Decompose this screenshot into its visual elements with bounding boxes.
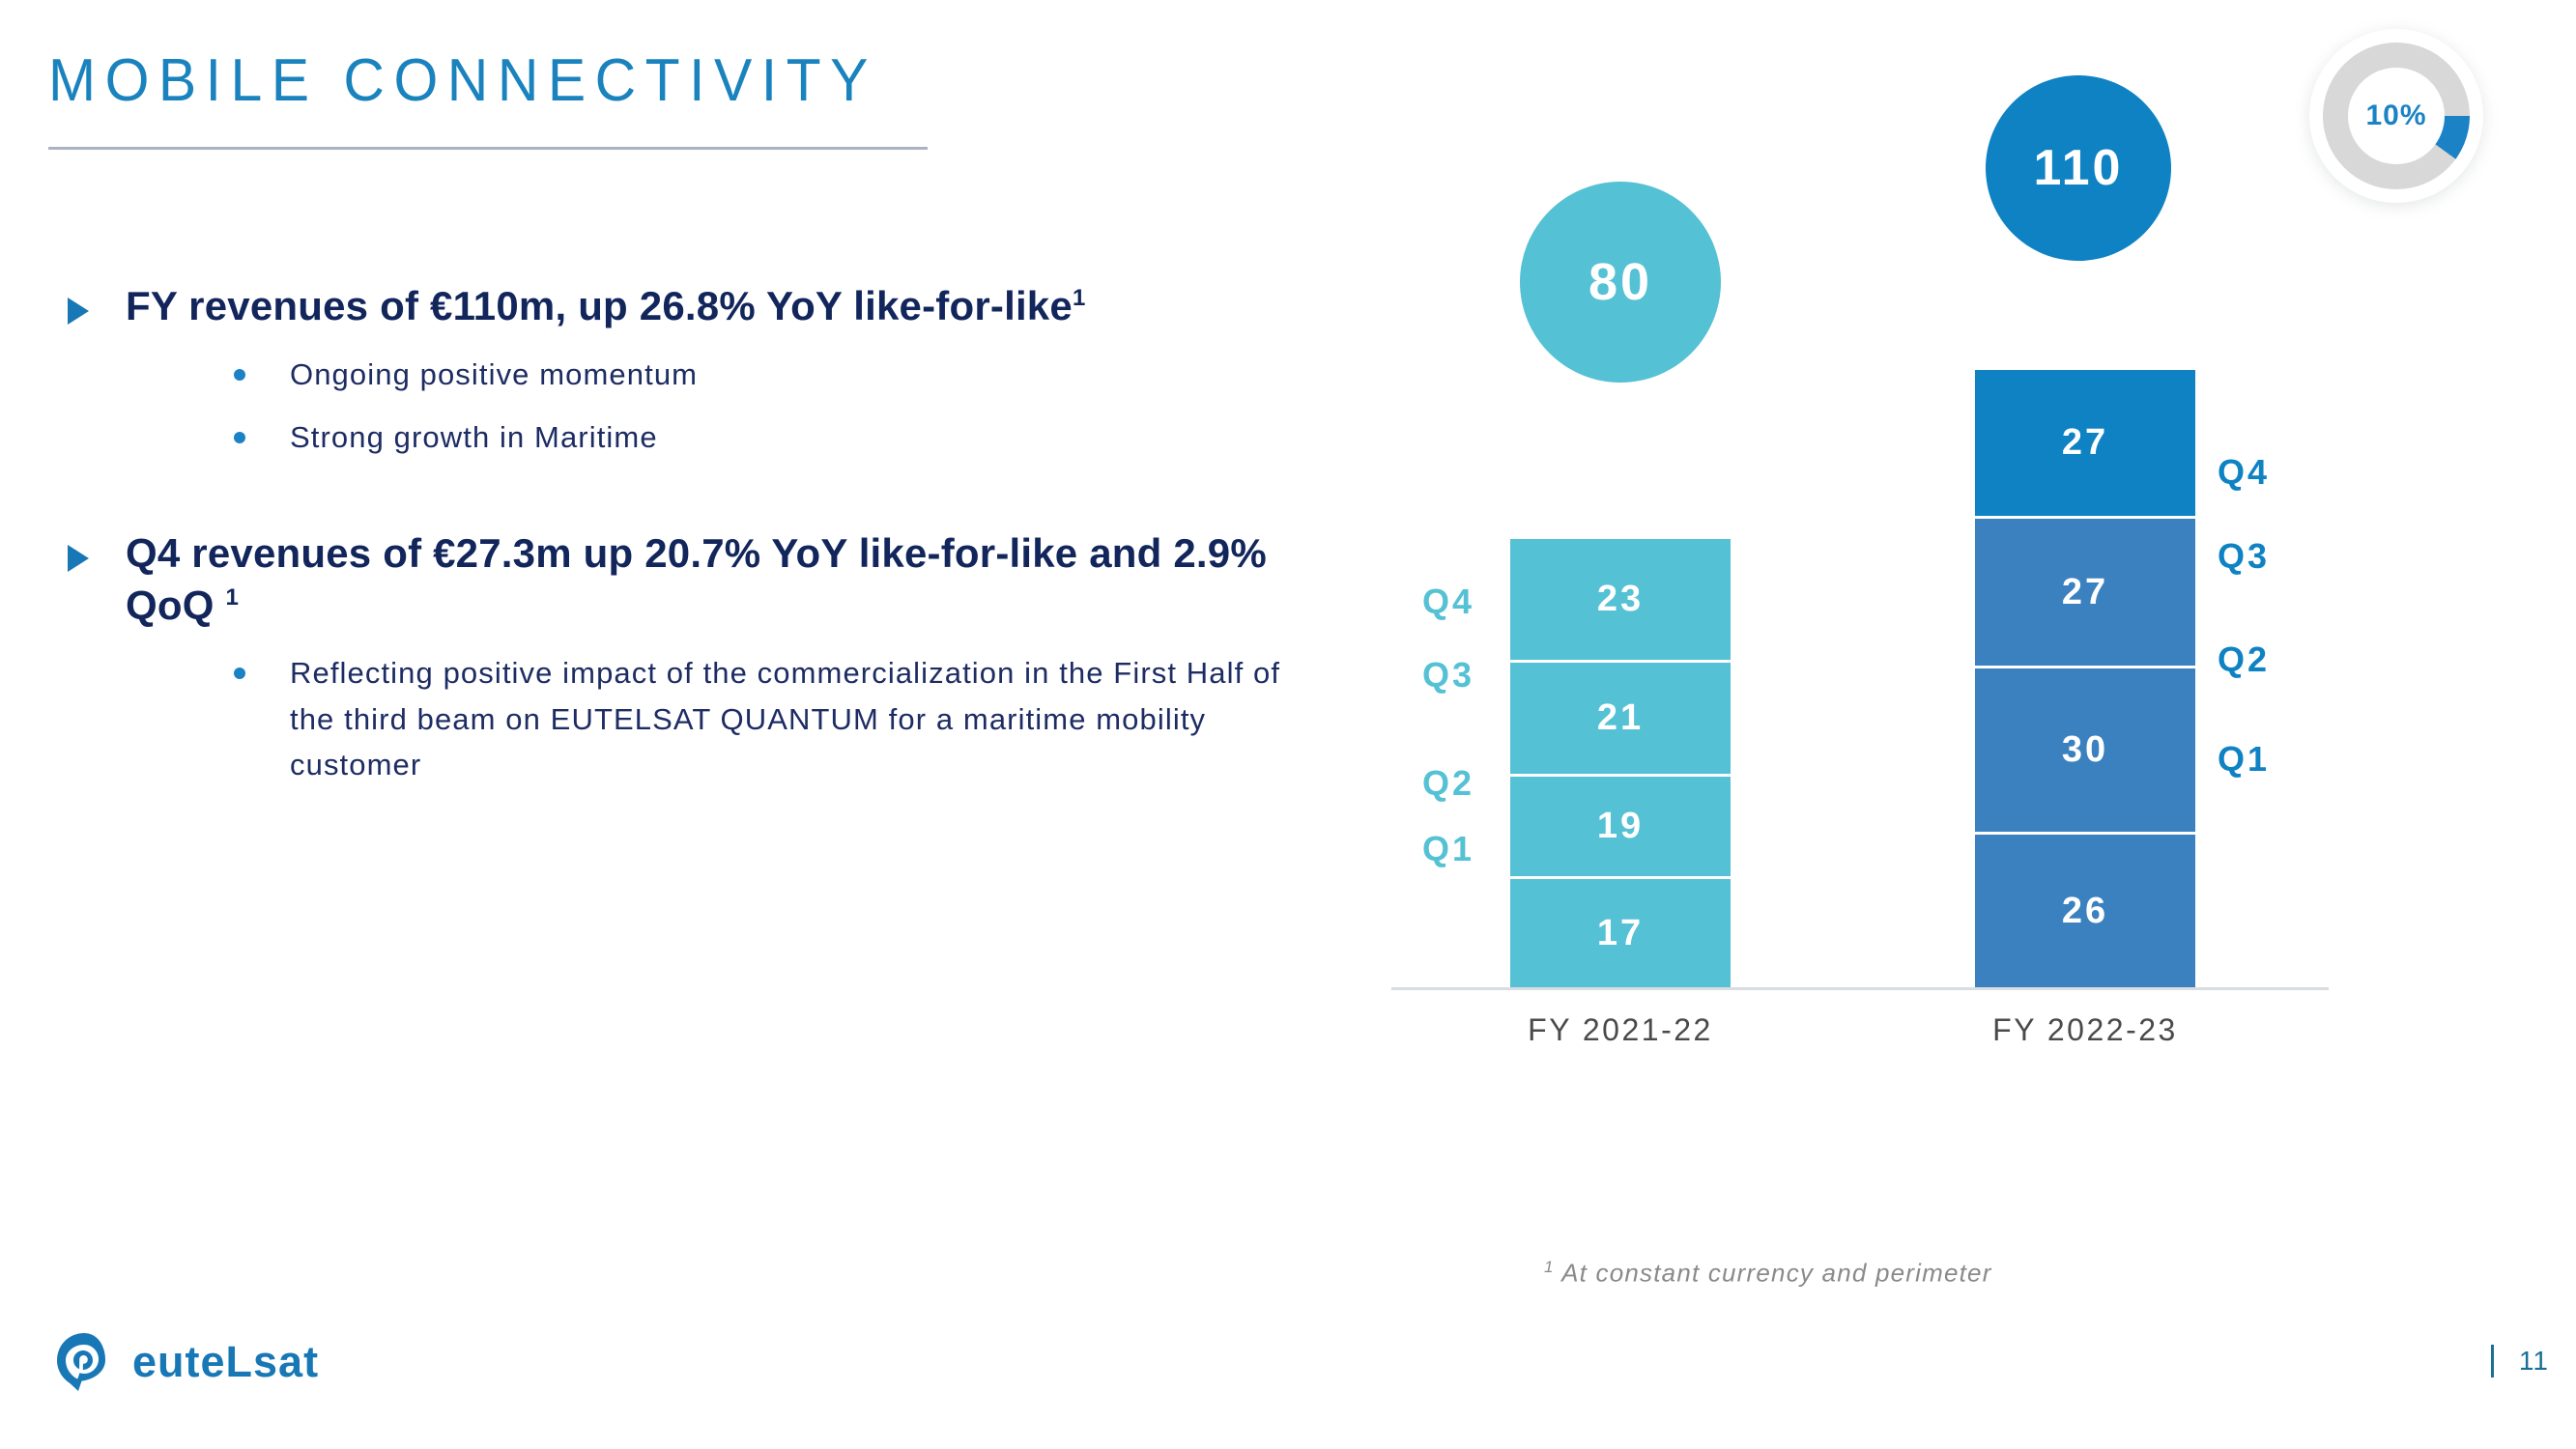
bar-label-q1-fy2021-22: Q1 <box>1422 829 1475 868</box>
bar-label-q3-fy2022-23: Q3 <box>2218 536 2271 576</box>
footnote-marker: 1 <box>1544 1258 1555 1276</box>
page-footer: 11 <box>2490 1345 2549 1378</box>
triangle-bullet-icon <box>68 544 89 572</box>
triangle-bullet-icon <box>68 298 89 325</box>
category-label-fy2021-22: FY 2021-22 <box>1528 1012 1713 1047</box>
bullet-primary-label: FY revenues of €110m, up 26.8% YoY like-… <box>126 283 1073 328</box>
footnote-ref: 1 <box>1072 285 1086 311</box>
sub-bullet-label: Strong growth in Maritime <box>290 419 658 454</box>
bar-label-q4-fy2021-22: Q4 <box>1422 582 1475 621</box>
bullet-primary: Q4 revenues of €27.3m up 20.7% YoY like-… <box>58 527 1295 787</box>
sub-bullet-list: Reflecting positive impact of the commer… <box>126 650 1295 786</box>
title-underline-rule <box>48 147 928 150</box>
page-number: 11 <box>2518 1346 2549 1376</box>
bar-segment-q1[interactable]: 17 <box>1510 879 1731 987</box>
chart-axis-line <box>1391 987 2329 990</box>
footnote-ref: 1 <box>225 583 240 611</box>
bar-column-fy2021-22[interactable]: 23 21 19 17 <box>1510 539 1731 987</box>
slide-canvas: MOBILE CONNECTIVITY FY revenues of €110m… <box>0 0 2576 1449</box>
sub-bullet-item: Strong growth in Maritime <box>126 414 1295 460</box>
bar-segment-q4[interactable]: 23 <box>1510 539 1731 663</box>
bar-segment-value: 27 <box>2061 571 2109 612</box>
page-title: MOBILE CONNECTIVITY <box>48 47 877 114</box>
bar-segment-value: 21 <box>1596 697 1645 738</box>
total-bubble-value: 110 <box>2033 140 2124 196</box>
growth-donut-chart: 10% <box>2309 29 2483 203</box>
dot-bullet-icon <box>234 368 245 381</box>
bar-label-q2-fy2022-23: Q2 <box>2218 639 2271 679</box>
bar-segment-q2[interactable]: 19 <box>1510 777 1731 879</box>
total-bubble-fy2021-22: 80 <box>1520 182 1721 383</box>
bullet-primary: FY revenues of €110m, up 26.8% YoY like-… <box>58 280 1295 460</box>
stacked-bar-chart: 23 21 19 17 Q4 Q3 Q2 Q1 80 FY 2021-22 27 <box>1353 29 2377 1072</box>
sub-bullet-label: Reflecting positive impact of the commer… <box>290 656 1281 781</box>
eutelsat-wordmark: euteLsat <box>132 1337 320 1386</box>
page-divider <box>2490 1345 2494 1378</box>
bar-segment-q3[interactable]: 27 <box>1975 519 2195 668</box>
dot-bullet-icon <box>234 431 245 443</box>
bullet-group-spacer <box>58 477 1295 527</box>
dot-bullet-icon <box>234 668 245 680</box>
bar-segment-q3[interactable]: 21 <box>1510 663 1731 777</box>
bar-segment-value: 30 <box>2061 729 2109 770</box>
sub-bullet-label: Ongoing positive momentum <box>290 356 699 391</box>
bullet-list: FY revenues of €110m, up 26.8% YoY like-… <box>58 280 1295 805</box>
eutelsat-logo: euteLsat <box>53 1331 319 1393</box>
bullet-primary-text-wrapper: FY revenues of €110m, up 26.8% YoY like-… <box>126 280 1295 332</box>
footnote: 1 At constant currency and perimeter <box>1544 1258 1992 1289</box>
bar-segment-value: 19 <box>1596 806 1645 846</box>
bar-segment-value: 17 <box>1596 912 1645 953</box>
bullet-primary-label: Q4 revenues of €27.3m up 20.7% YoY like-… <box>126 529 1267 628</box>
bullet-primary-text-wrapper: Q4 revenues of €27.3m up 20.7% YoY like-… <box>126 527 1295 632</box>
bar-segment-q4[interactable]: 27 <box>1975 370 2195 519</box>
bar-segment-q1[interactable]: 26 <box>1975 835 2195 987</box>
sub-bullet-item: Reflecting positive impact of the commer… <box>126 650 1295 786</box>
bar-segment-value: 26 <box>2061 890 2109 931</box>
bar-segment-value: 23 <box>1596 579 1645 619</box>
sub-bullet-list: Ongoing positive momentum Strong growth … <box>126 352 1295 460</box>
bar-segment-q2[interactable]: 30 <box>1975 668 2195 835</box>
bar-segment-value: 27 <box>2061 422 2109 463</box>
bar-label-q2-fy2021-22: Q2 <box>1422 763 1475 803</box>
footnote-text: At constant currency and perimeter <box>1561 1258 1992 1288</box>
total-bubble-value: 80 <box>1588 253 1653 311</box>
bar-label-q4-fy2022-23: Q4 <box>2218 452 2271 492</box>
bar-column-fy2022-23[interactable]: 27 27 30 26 <box>1975 370 2195 987</box>
eutelsat-droplet-logo-icon <box>57 1333 105 1391</box>
bar-label-q1-fy2022-23: Q1 <box>2218 739 2271 779</box>
category-label-fy2022-23: FY 2022-23 <box>1992 1012 2178 1047</box>
total-bubble-fy2022-23: 110 <box>1986 75 2171 261</box>
donut-value-label: 10% <box>2365 99 2427 131</box>
sub-bullet-item: Ongoing positive momentum <box>126 352 1295 397</box>
donut-center: 10% <box>2348 68 2445 164</box>
bar-label-q3-fy2021-22: Q3 <box>1422 655 1475 695</box>
